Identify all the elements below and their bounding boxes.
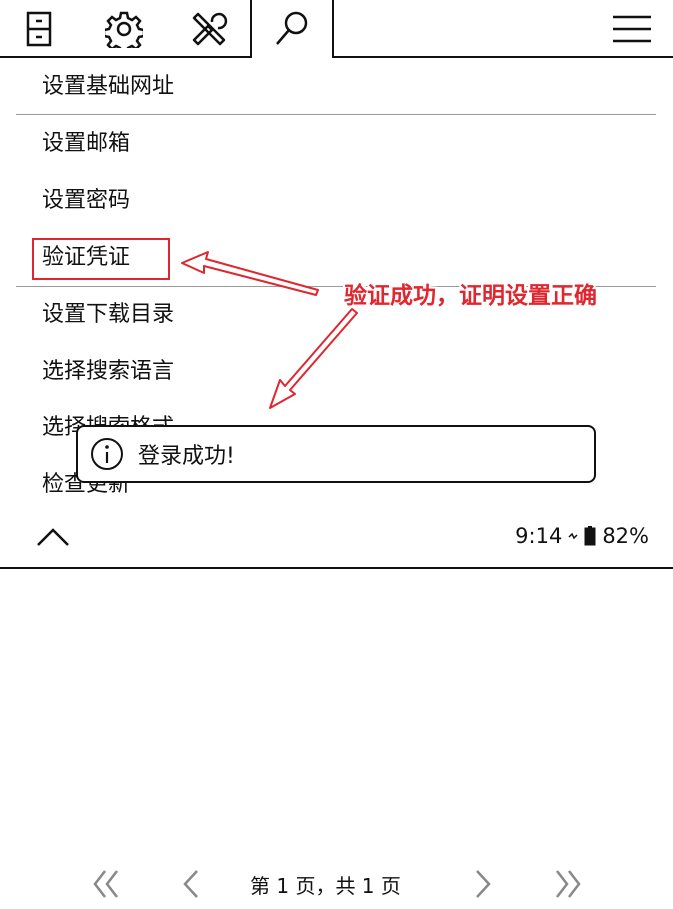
annotation-text: 验证成功，证明设置正确: [344, 283, 597, 309]
first-page-button[interactable]: [86, 862, 126, 906]
chevron-right-icon: [476, 870, 491, 898]
double-chevron-left-icon: [93, 870, 118, 898]
annotation-arrows: [181, 251, 358, 409]
page-info: 第 1 页，共 1 页: [250, 874, 401, 898]
prev-page-button[interactable]: [176, 862, 206, 906]
pagination: 第 1 页，共 1 页: [0, 862, 673, 906]
double-chevron-right-icon: [556, 870, 581, 898]
arrow-to-verify-item: [181, 251, 319, 296]
arrow-to-toast: [269, 308, 358, 409]
last-page-button[interactable]: [548, 862, 588, 906]
chevron-left-icon: [183, 870, 198, 898]
next-page-button[interactable]: [468, 862, 498, 906]
